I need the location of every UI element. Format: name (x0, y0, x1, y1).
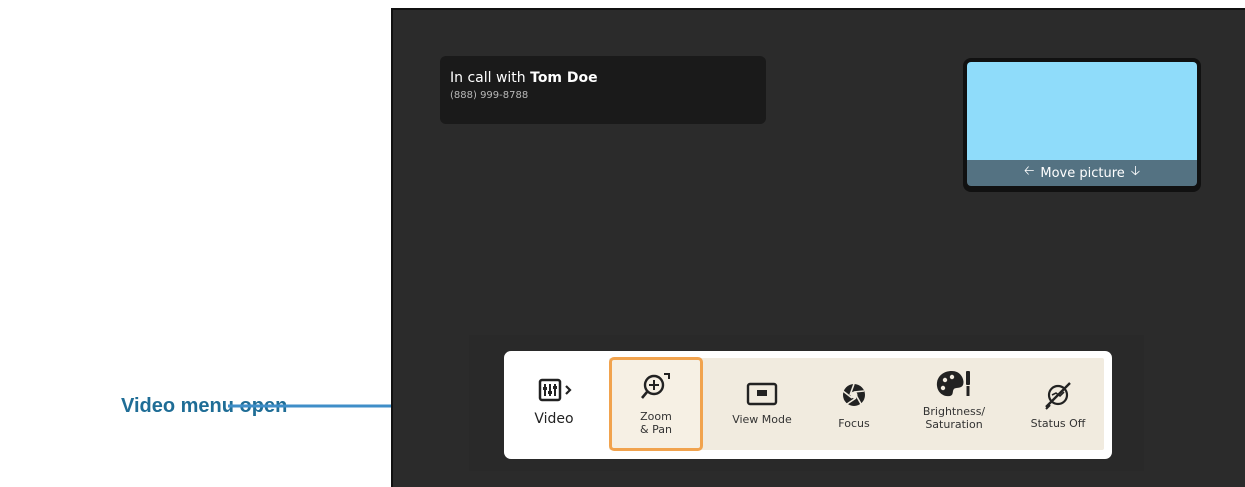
call-status: In call with Tom Doe (450, 70, 598, 86)
move-picture-bar[interactable]: 🡠 Move picture 🡣 (967, 160, 1197, 186)
zoom-pan-label-line: & Pan (640, 423, 672, 436)
status-off-label: Status Off (1030, 417, 1086, 430)
status-off-button[interactable]: Status Off (1012, 351, 1104, 459)
aperture-icon (842, 383, 865, 406)
zoom-pan-button[interactable]: Zoom & Pan (609, 357, 703, 451)
self-view-pip[interactable]: 🡠 Move picture 🡣 (963, 58, 1201, 192)
view-mode-button[interactable]: View Mode (717, 351, 807, 459)
move-picture-label: Move picture (1040, 165, 1125, 181)
zoom-pan-label-line: Zoom (640, 410, 672, 423)
zoom-pan-label: Zoom & Pan (640, 410, 672, 436)
view-mode-label: View Mode (732, 413, 792, 426)
arrow-left-icon: 🡠 (1023, 164, 1035, 179)
caller-number: (888) 999-8788 (450, 90, 529, 101)
brightness-saturation-button[interactable]: Brightness/ Saturation (899, 351, 1009, 459)
focus-button[interactable]: Focus (809, 351, 899, 459)
status-off-icon (1045, 382, 1071, 410)
brightness-label-line: Saturation (925, 418, 983, 431)
call-screen: In call with Tom Doe (888) 999-8788 🡠 Mo… (391, 8, 1245, 487)
video-menu-button[interactable]: Video (514, 351, 594, 459)
zoom-in-icon (641, 373, 670, 399)
arrow-down-icon: 🡣 (1130, 164, 1141, 179)
call-info-panel: In call with Tom Doe (888) 999-8788 (440, 56, 766, 124)
call-prefix: In call with (450, 70, 531, 86)
self-view-video (967, 62, 1197, 160)
focus-label: Focus (838, 417, 870, 430)
view-mode-icon (746, 382, 778, 406)
video-settings-icon (538, 378, 572, 402)
caller-name: Tom Doe (530, 70, 598, 86)
video-menu: Video Zoom & Pan View Mode Focus Brightn… (504, 351, 1112, 459)
palette-icon (936, 371, 970, 397)
video-menu-label: Video (534, 411, 574, 427)
brightness-saturation-label: Brightness/ Saturation (923, 405, 985, 431)
brightness-label-line: Brightness/ (922, 405, 986, 418)
